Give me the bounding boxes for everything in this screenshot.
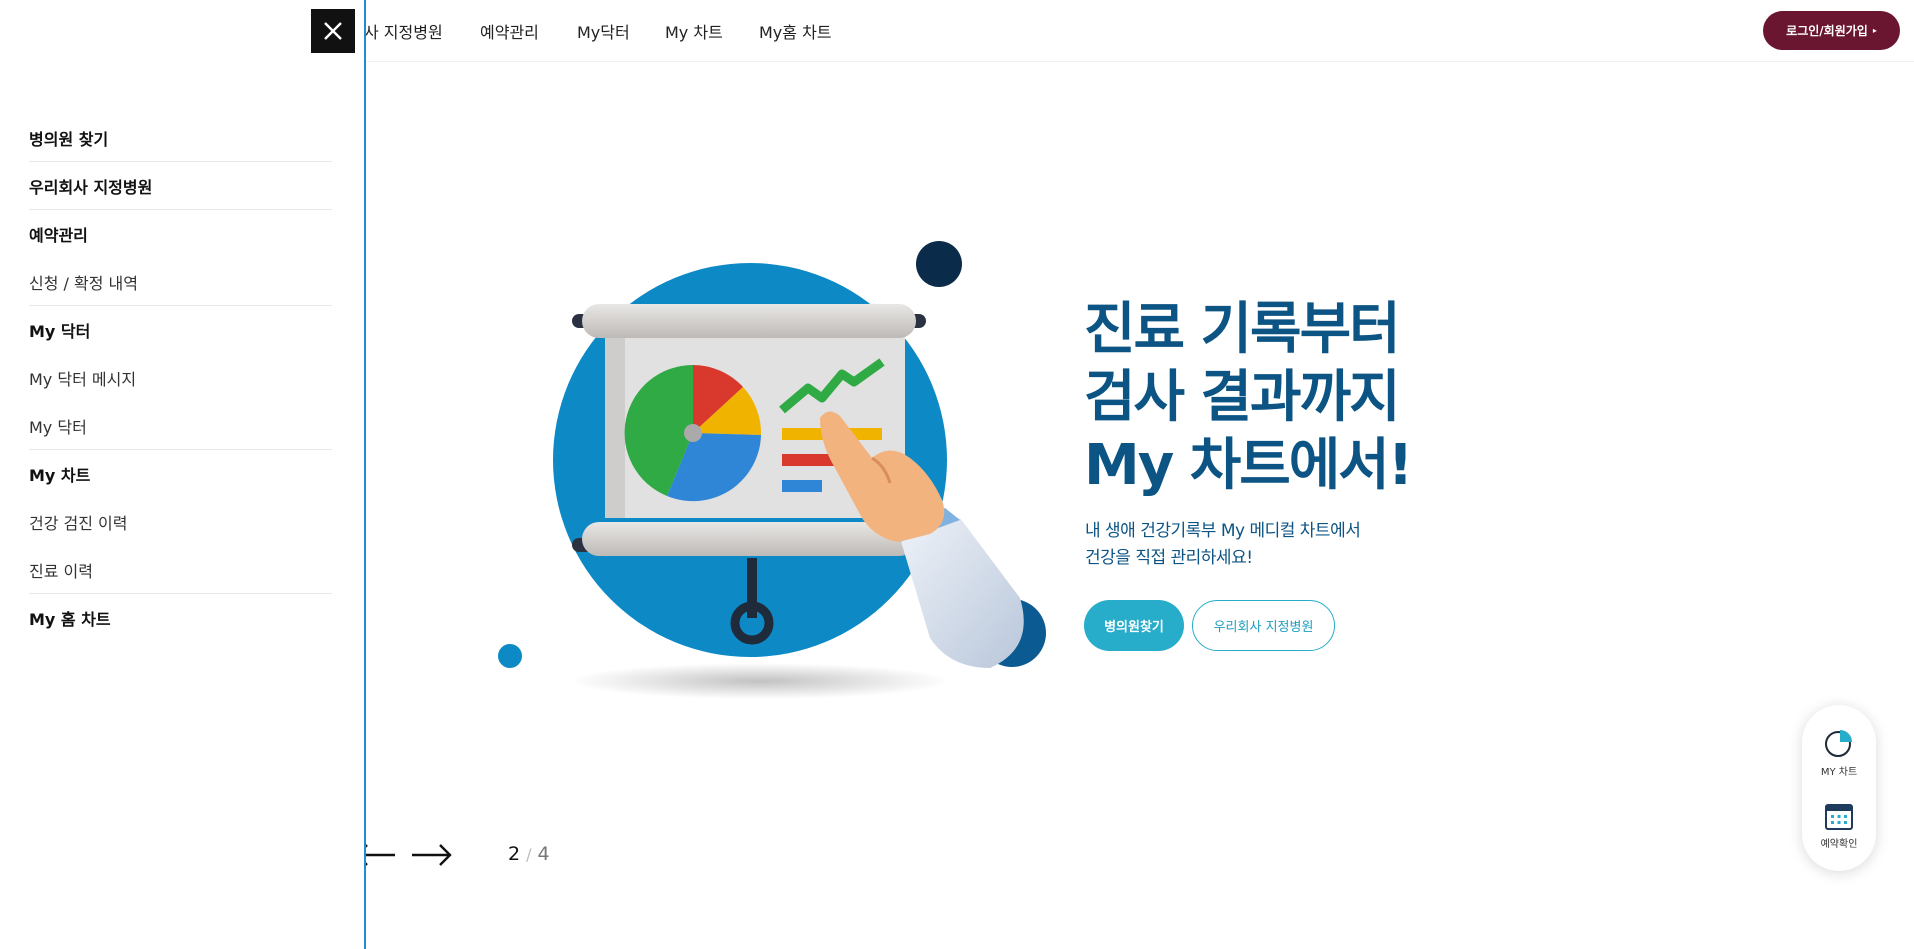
play-arrow-icon: ▸ [1872, 26, 1877, 35]
pager-separator: / [526, 845, 532, 864]
calendar-icon [1825, 804, 1853, 830]
menu-item-my-home-chart[interactable]: My 홈 차트 [29, 594, 332, 642]
close-icon [324, 22, 342, 40]
login-signup-label: 로그인/회원가입 [1786, 24, 1868, 38]
pager-current: 2 [508, 843, 521, 865]
nav-item-company-hospital[interactable]: 사 지정병원 [364, 19, 443, 43]
hero-subtitle: 내 생애 건강기록부 My 메디컬 차트에서 건강을 직접 관리하세요! [1085, 518, 1361, 572]
nav-item-reservation[interactable]: 예약관리 [480, 19, 539, 43]
hero-title-line-1: 진료 기록부터 [1084, 297, 1401, 362]
quick-menu: MY 차트 예약확인 [1802, 705, 1876, 871]
nav-item-my-chart[interactable]: My 차트 [665, 19, 723, 43]
slide-pager: 2 / 4 [508, 843, 550, 865]
menu-item-my-doctor-message[interactable]: My 닥터 메시지 [29, 354, 332, 402]
drawer-menu: 병의원 찾기 우리회사 지정병원 예약관리 신청 / 확정 내역 My 닥터 M… [29, 114, 332, 642]
menu-item-my-doctor[interactable]: My 닥터 [29, 306, 332, 354]
hero-title: 진료 기록부터 검사 결과까지 My 차트에서! [1084, 296, 1504, 500]
login-signup-button[interactable]: 로그인/회원가입 ▸ [1763, 11, 1900, 50]
menu-item-company-hospital[interactable]: 우리회사 지정병원 [29, 162, 332, 210]
nav-item-my-doctor[interactable]: My닥터 [577, 19, 630, 43]
find-hospital-button[interactable]: 병의원찾기 [1084, 600, 1184, 651]
menu-item-checkup-history[interactable]: 건강 검진 이력 [29, 498, 332, 546]
nav-item-my-home-chart[interactable]: My홈 차트 [759, 19, 832, 43]
close-button[interactable] [311, 9, 355, 53]
company-hospital-button[interactable]: 우리회사 지정병원 [1192, 600, 1335, 651]
side-drawer: 병의원 찾기 우리회사 지정병원 예약관리 신청 / 확정 내역 My 닥터 M… [0, 0, 366, 949]
quick-reservation-label: 예약확인 [1820, 839, 1858, 850]
quick-my-chart-button[interactable]: MY 차트 [1802, 727, 1876, 778]
quick-my-chart-label: MY 차트 [1820, 767, 1858, 778]
hero-subtitle-line-2: 건강을 직접 관리하세요! [1085, 548, 1253, 568]
menu-item-reservation[interactable]: 예약관리 [29, 210, 332, 258]
hero-title-line-3: My 차트에서! [1084, 433, 1413, 498]
pie-chart-icon [1825, 730, 1852, 757]
hero-subtitle-line-1: 내 생애 건강기록부 My 메디컬 차트에서 [1085, 521, 1361, 541]
menu-item-request-history[interactable]: 신청 / 확정 내역 [29, 258, 332, 306]
menu-item-treatment-history[interactable]: 진료 이력 [29, 546, 332, 594]
presentation-board-illustration [498, 241, 1046, 699]
hero-title-line-2: 검사 결과까지 [1084, 365, 1401, 430]
arrow-right-icon[interactable] [410, 842, 452, 868]
menu-item-my-doctor-sub[interactable]: My 닥터 [29, 402, 332, 450]
pager-total: 4 [537, 843, 550, 865]
menu-item-find-hospital[interactable]: 병의원 찾기 [29, 114, 332, 162]
quick-reservation-button[interactable]: 예약확인 [1802, 801, 1876, 850]
menu-item-my-chart[interactable]: My 차트 [29, 450, 332, 498]
